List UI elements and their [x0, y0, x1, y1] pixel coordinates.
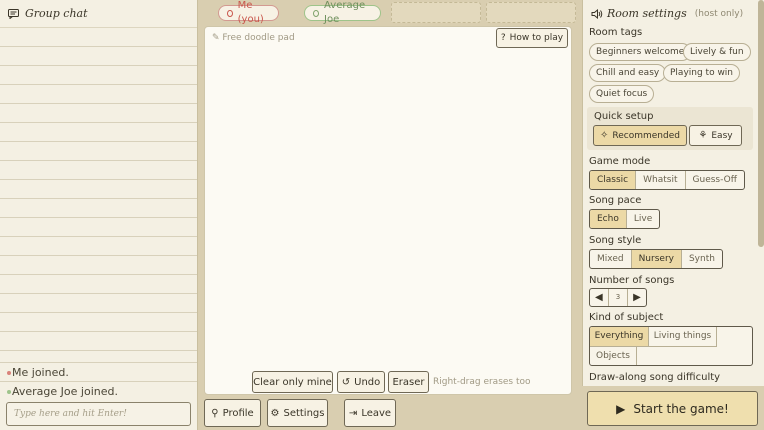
chat-input[interactable]: Type here and hit Enter!: [6, 402, 191, 426]
player-name: Average Joe: [324, 0, 366, 25]
chat-header: Group chat: [0, 0, 197, 28]
message-author: Average Joe: [12, 385, 78, 398]
chat-messages: Me joined. Average Joe joined.: [0, 362, 197, 400]
quick-setup-label: Quick setup: [594, 111, 654, 122]
game-mode-selector[interactable]: Classic Whatsit Guess-Off: [589, 170, 745, 190]
how-to-play-button[interactable]: ? How to play: [496, 28, 568, 48]
chat-log[interactable]: [0, 28, 197, 362]
question-icon: ?: [500, 33, 506, 43]
songs-count-value: 3: [609, 289, 629, 306]
host-only-note: (host only): [694, 8, 744, 19]
player-dot-icon: [7, 371, 11, 375]
message-text: joined.: [28, 366, 69, 379]
subject-objects[interactable]: Objects: [590, 347, 637, 365]
sparkle-icon: ✧: [600, 130, 609, 141]
avatar-icon: [227, 9, 233, 17]
leave-button[interactable]: ⇥ Leave: [344, 399, 396, 427]
song-pace-live[interactable]: Live: [627, 210, 659, 228]
settings-title-text: Room settings: [607, 7, 687, 20]
speaker-icon: [591, 8, 603, 19]
leave-icon: ⇥: [348, 407, 358, 419]
settings-scrollbar[interactable]: [758, 0, 764, 247]
how-to-play-label: How to play: [509, 33, 564, 43]
gear-icon: ⚙: [270, 407, 280, 419]
song-style-label: Song style: [589, 235, 642, 246]
song-style-synth[interactable]: Synth: [682, 250, 722, 268]
settings-label: Settings: [283, 407, 325, 419]
room-tags-label: Room tags: [589, 27, 643, 38]
difficulty-label: Draw-along song difficulty: [589, 372, 721, 383]
tag-chill-easy[interactable]: Chill and easy: [589, 64, 667, 82]
kind-of-subject-label: Kind of subject: [589, 312, 664, 323]
chat-message: Me joined.: [0, 362, 197, 381]
eraser-hint: Right-drag erases too: [433, 377, 531, 387]
room-settings-title: Room settings (host only): [591, 7, 743, 20]
chat-icon: [8, 8, 19, 19]
subject-selector[interactable]: Everything Living things Objects: [589, 326, 753, 366]
undo-label: Undo: [354, 376, 381, 388]
doodle-pad[interactable]: ✎ Free doodle pad ? How to play Clear on…: [204, 26, 572, 395]
undo-icon: ↺: [341, 376, 351, 388]
eraser-label: Eraser: [392, 376, 425, 388]
leave-label: Leave: [361, 407, 392, 419]
game-mode-classic[interactable]: Classic: [590, 171, 637, 189]
profile-button[interactable]: ⚲ Profile: [204, 399, 261, 427]
song-style-selector[interactable]: Mixed Nursery Synth: [589, 249, 723, 269]
doodle-pad-title: Free doodle pad: [222, 33, 295, 43]
game-mode-label: Game mode: [589, 156, 651, 167]
chat-panel: Group chat Me joined. Average Joe joined…: [0, 0, 198, 430]
pencil-icon: ✎: [212, 33, 220, 43]
sprout-icon: ⚘: [698, 130, 708, 141]
subject-living-things[interactable]: Living things: [649, 327, 717, 347]
chat-title: Group chat: [25, 7, 88, 20]
game-mode-guess-off[interactable]: Guess-Off: [686, 171, 744, 189]
song-style-mixed[interactable]: Mixed: [590, 250, 632, 268]
profile-label: Profile: [222, 407, 254, 419]
empty-player-slot: [486, 2, 576, 23]
empty-player-slot: [391, 2, 481, 23]
song-pace-echo[interactable]: Echo: [590, 210, 627, 228]
room-settings-panel[interactable]: Room settings (host only) Room tags Begi…: [582, 0, 764, 386]
start-game-button[interactable]: ▶ Start the game!: [587, 391, 758, 426]
player-tab-me[interactable]: Me (you): [218, 0, 279, 25]
increment-arrow-icon[interactable]: ▶: [628, 289, 646, 306]
song-pace-label: Song pace: [589, 195, 642, 206]
tag-playing-to-win[interactable]: Playing to win: [663, 64, 741, 82]
settings-button[interactable]: ⚙ Settings: [267, 399, 328, 427]
player-name: Me (you): [237, 0, 264, 25]
song-pace-selector[interactable]: Echo Live: [589, 209, 661, 229]
start-game-label: Start the game!: [633, 401, 729, 416]
subject-everything[interactable]: Everything: [590, 327, 649, 347]
player-tab-average-joe[interactable]: Average Joe: [304, 0, 381, 25]
undo-button[interactable]: ↺ Undo: [337, 371, 385, 393]
doodle-pad-label: ✎ Free doodle pad: [212, 33, 295, 43]
recommended-button[interactable]: ✧ Recommended: [593, 125, 687, 146]
tag-beginners-welcome[interactable]: Beginners welcome: [589, 43, 692, 61]
easy-button[interactable]: ⚘ Easy: [689, 125, 742, 146]
number-of-songs-stepper[interactable]: ◀ 3 ▶: [589, 288, 647, 307]
message-author: Me: [12, 366, 29, 379]
tag-lively-fun[interactable]: Lively & fun: [683, 43, 751, 61]
recommended-label: Recommended: [612, 130, 680, 141]
number-of-songs-label: Number of songs: [589, 275, 675, 286]
song-style-nursery[interactable]: Nursery: [631, 250, 682, 268]
game-mode-whatsit[interactable]: Whatsit: [636, 171, 686, 189]
tag-quiet-focus[interactable]: Quiet focus: [589, 85, 655, 103]
decrement-arrow-icon[interactable]: ◀: [590, 289, 609, 306]
profile-icon: ⚲: [211, 407, 219, 419]
easy-label: Easy: [711, 130, 733, 141]
chat-message: Average Joe joined.: [0, 381, 197, 400]
eraser-button[interactable]: Eraser: [388, 371, 429, 393]
avatar-icon: [313, 9, 320, 17]
clear-only-mine-label: Clear only mine: [253, 376, 332, 388]
player-dot-icon: [7, 390, 11, 394]
play-icon: ▶: [616, 401, 626, 416]
clear-only-mine-button[interactable]: Clear only mine: [252, 371, 333, 393]
message-text: joined.: [77, 385, 118, 398]
